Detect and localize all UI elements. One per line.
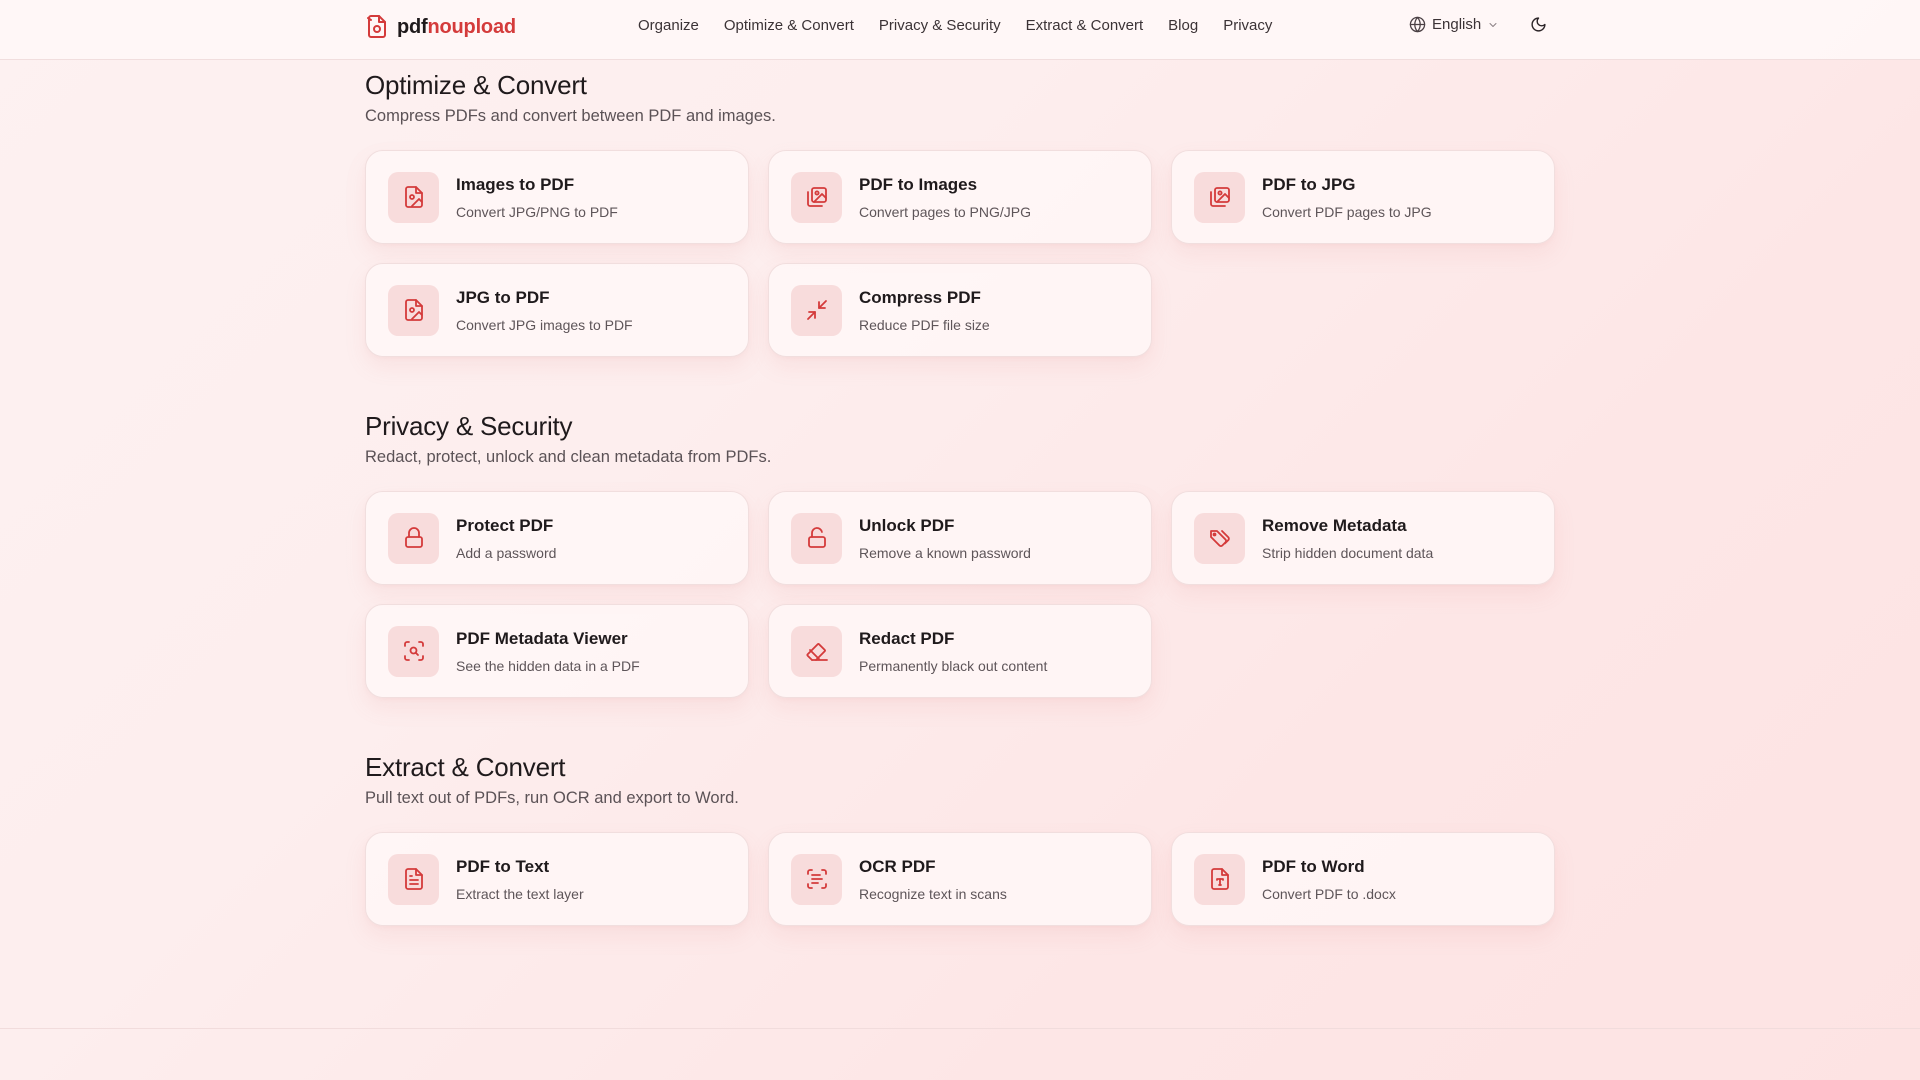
nav-organize[interactable]: Organize [638,17,699,34]
eraser-icon [791,625,842,677]
tool-title: OCR PDF [859,856,936,876]
lock-icon [388,512,439,564]
tool-title: JPG to PDF [456,287,550,307]
language-selector[interactable]: English [1409,16,1499,33]
tool-card-pdf-to-images[interactable]: PDF to Images Convert pages to PNG/JPG [768,150,1152,244]
tool-title: PDF Metadata Viewer [456,628,628,648]
tool-card-images-to-pdf[interactable]: Images to PDF Convert JPG/PNG to PDF [365,150,749,244]
section-privacy-security: Privacy & Security Redact, protect, unlo… [365,411,1557,698]
main-nav: Organize Optimize & Convert Privacy & Se… [638,17,1272,34]
file-type-icon [1194,853,1245,905]
nav-optimize-convert[interactable]: Optimize & Convert [724,17,854,34]
tool-title: Compress PDF [859,287,981,307]
tool-card-remove-metadata[interactable]: Remove Metadata Strip hidden document da… [1171,491,1555,585]
scan-search-icon [388,625,439,677]
moon-icon [1530,16,1547,38]
section-extract-convert: Extract & Convert Pull text out of PDFs,… [365,752,1557,926]
tool-card-pdf-to-jpg[interactable]: PDF to JPG Convert PDF pages to JPG [1171,150,1555,244]
unlock-icon [791,512,842,564]
nav-extract-convert[interactable]: Extract & Convert [1026,17,1144,34]
tool-card-ocr-pdf[interactable]: OCR PDF Recognize text in scans [768,832,1152,926]
section-optimize-convert: Optimize & Convert Compress PDFs and con… [365,70,1557,357]
tool-card-unlock-pdf[interactable]: Unlock PDF Remove a known password [768,491,1152,585]
section-title: Extract & Convert [365,752,566,782]
tool-title: PDF to JPG [1262,174,1356,194]
tool-description: Convert JPG/PNG to PDF [456,203,618,220]
nav-blog[interactable]: Blog [1168,17,1198,34]
tool-card-compress-pdf[interactable]: Compress PDF Reduce PDF file size [768,263,1152,357]
tool-title: Protect PDF [456,515,554,535]
tool-description: Permanently black out content [859,657,1048,674]
tool-title: PDF to Text [456,856,550,876]
tool-title: Unlock PDF [859,515,955,535]
chevron-down-icon [1487,19,1499,31]
file-text-icon [388,853,439,905]
footer-divider [0,1028,1920,1029]
scan-text-icon [791,853,842,905]
file-image-icon [388,284,439,336]
tool-title: Images to PDF [456,174,575,194]
logo-text-noupload: noupload [427,15,517,38]
language-label: English [1432,16,1482,33]
site-logo[interactable]: pdf noupload [365,13,516,41]
tool-title: Redact PDF [859,628,955,648]
tool-card-pdf-metadata-viewer[interactable]: PDF Metadata Viewer See the hidden data … [365,604,749,698]
images-icon [1194,171,1245,223]
tool-card-protect-pdf[interactable]: Protect PDF Add a password [365,491,749,585]
tool-description: Convert pages to PNG/JPG [859,203,1031,220]
pdf-file-icon [365,14,389,40]
tags-icon [1194,512,1245,564]
tool-card-redact-pdf[interactable]: Redact PDF Permanently black out content [768,604,1152,698]
tool-grid: PDF to Text Extract the text layer OCR P… [365,832,1557,926]
tool-grid: Images to PDF Convert JPG/PNG to PDF PDF… [365,150,1557,357]
section-subtitle: Pull text out of PDFs, run OCR and expor… [365,789,739,807]
theme-toggle-button[interactable] [1527,16,1549,38]
tool-description: Add a password [456,544,557,561]
tool-description: Strip hidden document data [1262,544,1434,561]
logo-text-pdf: pdf [397,15,428,38]
tool-grid: Protect PDF Add a password Unlock PDF Re… [365,491,1557,698]
tool-description: Convert PDF pages to JPG [1262,203,1432,220]
nav-privacy-security[interactable]: Privacy & Security [879,17,1001,34]
nav-privacy[interactable]: Privacy [1223,17,1272,34]
tool-description: Convert JPG images to PDF [456,316,633,333]
tool-description: See the hidden data in a PDF [456,657,640,674]
file-image-icon [388,171,439,223]
section-title: Optimize & Convert [365,70,587,100]
section-title: Privacy & Security [365,411,573,441]
tool-description: Reduce PDF file size [859,316,990,333]
tool-description: Extract the text layer [456,885,584,902]
tool-description: Recognize text in scans [859,885,1007,902]
minimize-icon [791,284,842,336]
tool-card-pdf-to-word[interactable]: PDF to Word Convert PDF to .docx [1171,832,1555,926]
top-header: pdf noupload Organize Optimize & Convert … [0,0,1920,60]
tool-card-jpg-to-pdf[interactable]: JPG to PDF Convert JPG images to PDF [365,263,749,357]
images-icon [791,171,842,223]
tool-description: Remove a known password [859,544,1031,561]
section-subtitle: Redact, protect, unlock and clean metada… [365,448,772,466]
section-subtitle: Compress PDFs and convert between PDF an… [365,107,776,125]
tool-title: PDF to Images [859,174,978,194]
tool-description: Convert PDF to .docx [1262,885,1396,902]
logo-text: pdf noupload [397,16,516,39]
globe-icon [1409,16,1426,33]
tool-card-pdf-to-text[interactable]: PDF to Text Extract the text layer [365,832,749,926]
tool-title: PDF to Word [1262,856,1365,876]
tool-title: Remove Metadata [1262,515,1407,535]
